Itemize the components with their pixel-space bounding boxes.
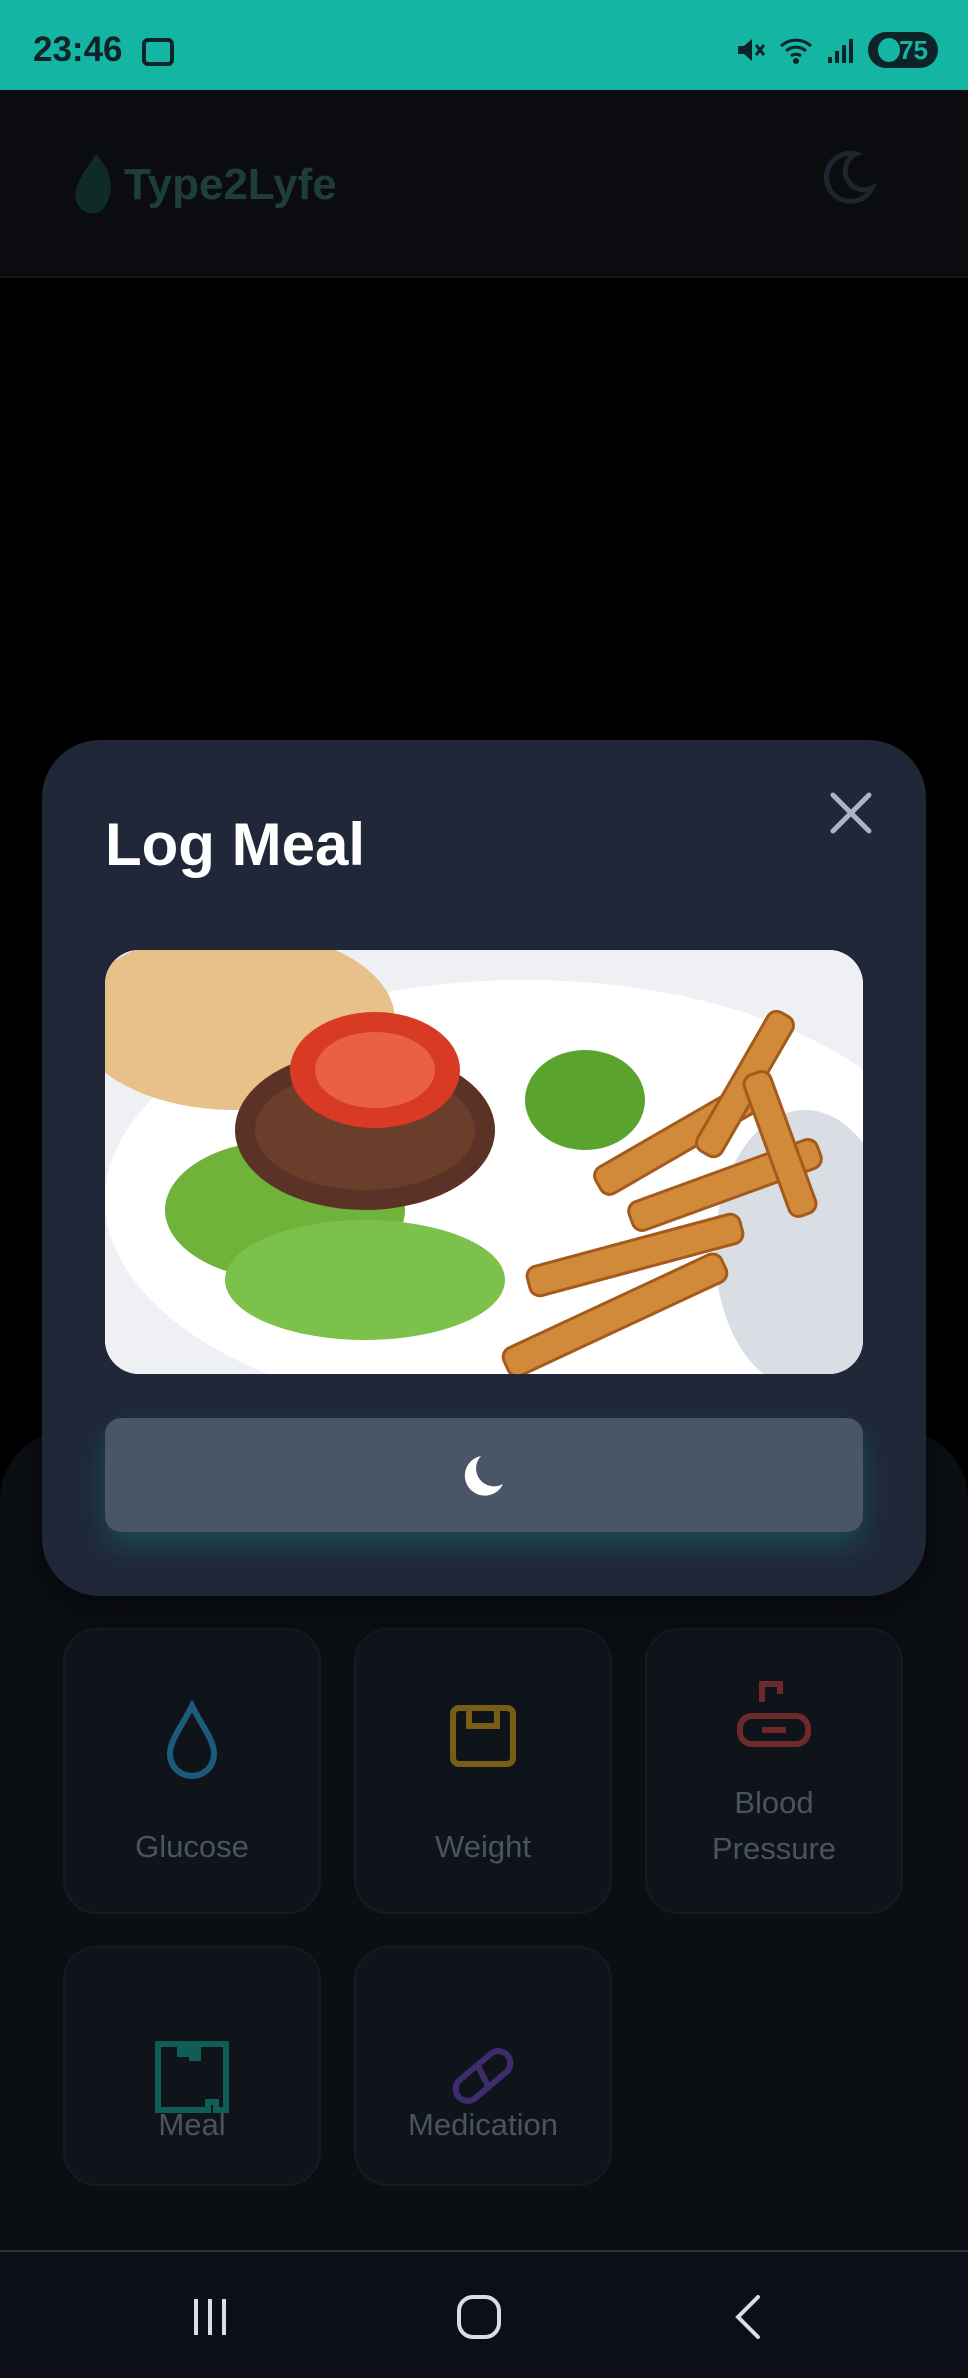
- blood-pressure-icon: [737, 1681, 811, 1747]
- status-time: 23:46: [33, 30, 123, 69]
- brand[interactable]: Type2Lyfe: [72, 152, 337, 218]
- submit-meal-button[interactable]: [105, 1418, 863, 1532]
- burger-and-fries-photo: [105, 950, 863, 1374]
- close-icon[interactable]: [828, 790, 874, 836]
- app-header: Type2Lyfe: [0, 90, 968, 278]
- log-meal-modal: Log Meal: [42, 740, 926, 1596]
- home-icon[interactable]: [449, 2287, 509, 2347]
- battery-icon: 75: [868, 32, 938, 68]
- scale-icon: [450, 1705, 516, 1767]
- tile-weight[interactable]: Weight: [354, 1628, 612, 1914]
- leaf-logo-icon: [75, 154, 111, 214]
- tile-label: Glucose: [135, 1829, 249, 1864]
- system-nav-bar: [0, 2250, 968, 2378]
- tile-blood-pressure[interactable]: Blood Pressure: [645, 1628, 903, 1914]
- tile-label: Blood Pressure: [711, 1785, 837, 1866]
- tile-label: Medication: [408, 2107, 558, 2142]
- loading-spinner-icon: [464, 1456, 503, 1496]
- screen-record-icon: [142, 38, 174, 66]
- droplet-icon: [166, 1700, 218, 1779]
- tile-meal[interactable]: Meal: [63, 1946, 321, 2186]
- back-icon[interactable]: [720, 2287, 780, 2347]
- tile-medication[interactable]: Medication: [354, 1946, 612, 2186]
- modal-title: Log Meal: [105, 811, 366, 878]
- tile-glucose[interactable]: Glucose: [63, 1628, 321, 1914]
- mute-icon: [738, 39, 766, 61]
- tile-label: Meal: [158, 2107, 226, 2142]
- status-bar: 23:46 75: [0, 0, 968, 90]
- signal-icon: [828, 39, 853, 63]
- wifi-icon: [779, 38, 813, 64]
- brand-name: Type2Lyfe: [124, 160, 337, 209]
- status-icons: 75: [734, 32, 938, 68]
- meal-photo: [105, 950, 863, 1374]
- recents-icon[interactable]: [180, 2287, 240, 2347]
- moon-icon[interactable]: [818, 148, 878, 208]
- battery-level: 75: [899, 35, 928, 65]
- tile-label: Weight: [435, 1829, 531, 1864]
